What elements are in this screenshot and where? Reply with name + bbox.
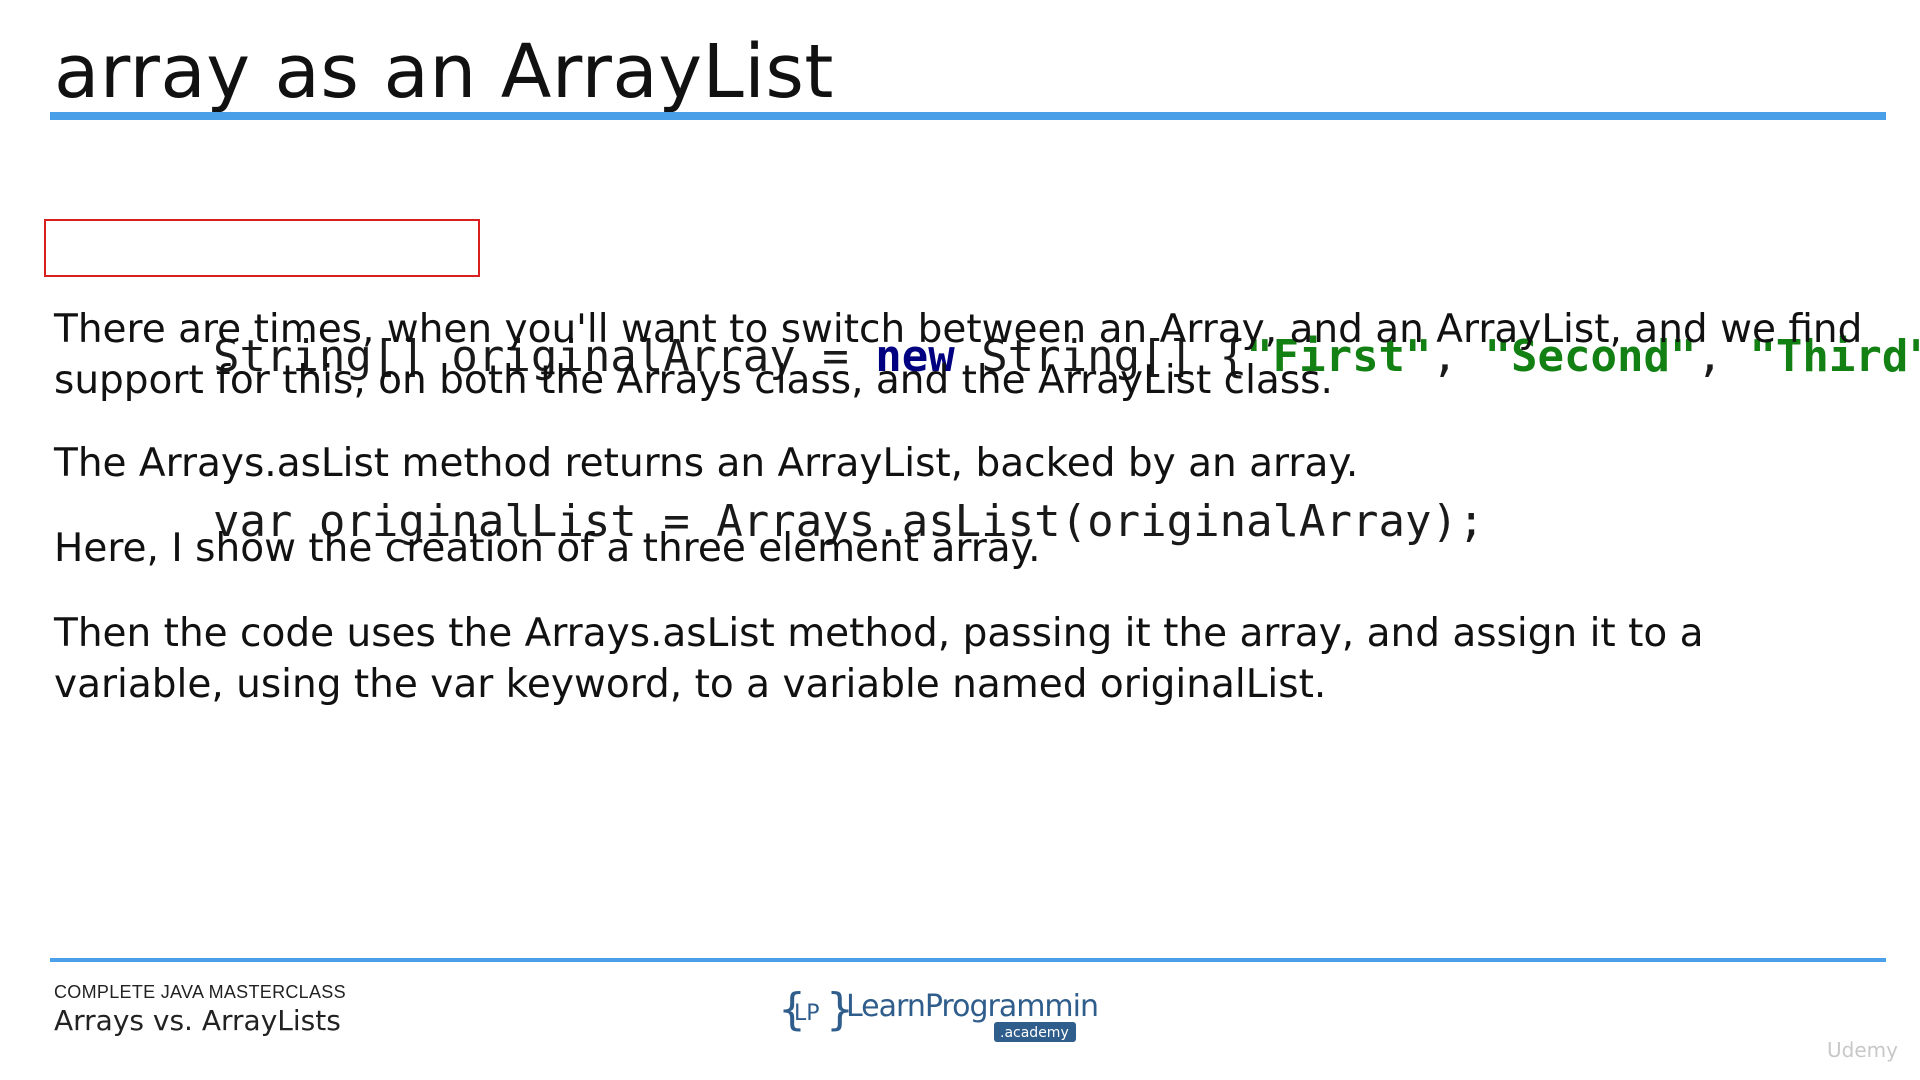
footer-divider bbox=[50, 958, 1886, 962]
paragraph-4: Then the code uses the Arrays.asList met… bbox=[54, 611, 1704, 707]
slide: array as an ArrayList String[] originalA… bbox=[0, 0, 1920, 1080]
logo-badge: .academy bbox=[1000, 1025, 1069, 1041]
logo-text: LearnProgramming bbox=[846, 989, 1098, 1024]
slide-subtitle: Arrays vs. ArrayLists bbox=[54, 1004, 341, 1037]
paragraph-2: The Arrays.asList method returns an Arra… bbox=[54, 441, 1359, 486]
logo-mark: LP bbox=[794, 1001, 820, 1026]
paragraph-3: Here, I show the creation of a three ele… bbox=[54, 526, 1041, 571]
slide-title: array as an ArrayList bbox=[54, 29, 834, 115]
paragraph-1: There are times, when you'll want to swi… bbox=[54, 307, 1863, 403]
learnprogramming-logo: { LP } LearnProgramming .academy bbox=[778, 980, 1098, 1044]
course-name: COMPLETE JAVA MASTERCLASS bbox=[54, 982, 346, 1002]
highlight-box bbox=[44, 219, 480, 277]
udemy-watermark: Udemy bbox=[1827, 1038, 1898, 1062]
title-divider bbox=[50, 112, 1886, 120]
